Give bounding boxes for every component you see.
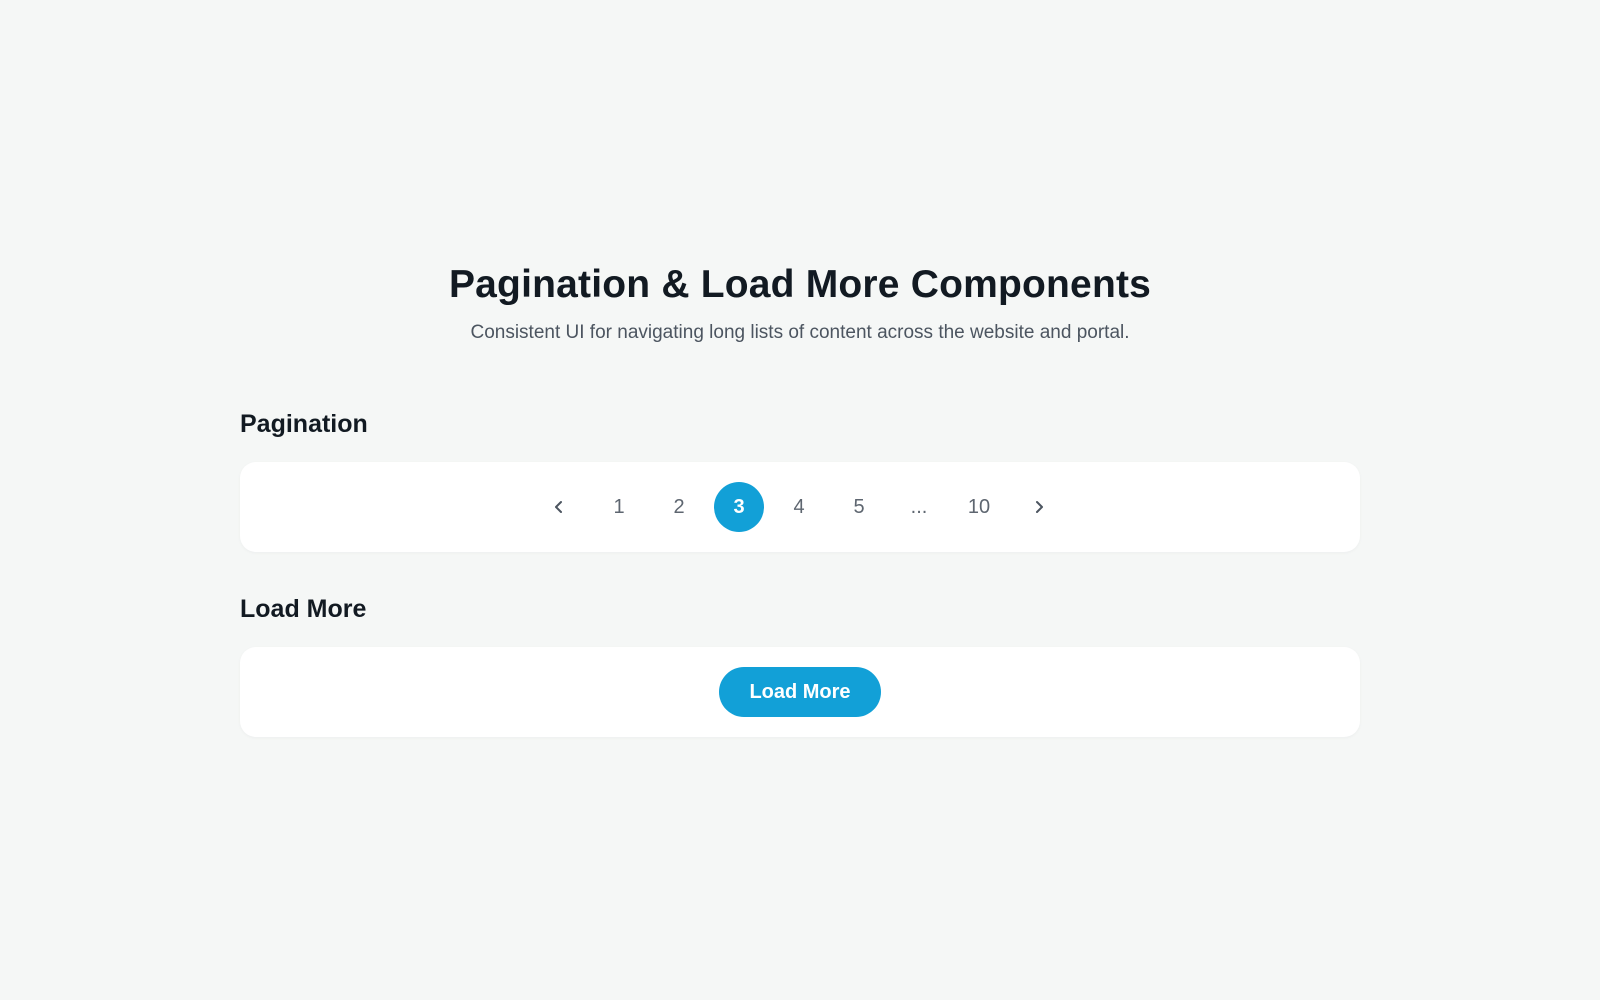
pagination-card: 1 2 3 4 5 ... 10 bbox=[240, 462, 1360, 552]
next-page-button[interactable] bbox=[1014, 482, 1064, 532]
chevron-left-icon bbox=[550, 498, 568, 516]
page-button-5[interactable]: 5 bbox=[834, 482, 884, 532]
load-more-button[interactable]: Load More bbox=[719, 667, 881, 717]
page-button-10[interactable]: 10 bbox=[954, 482, 1004, 532]
previous-page-button[interactable] bbox=[534, 482, 584, 532]
page-button-4[interactable]: 4 bbox=[774, 482, 824, 532]
pagination-section-title: Pagination bbox=[240, 410, 368, 438]
page-subtitle: Consistent UI for navigating long lists … bbox=[470, 322, 1130, 343]
load-more-section-title: Load More bbox=[240, 595, 367, 623]
page-title: Pagination & Load More Components bbox=[448, 263, 1152, 306]
pagination: 1 2 3 4 5 ... 10 bbox=[534, 482, 1064, 532]
pagination-ellipsis: ... bbox=[910, 495, 928, 518]
page-button-1[interactable]: 1 bbox=[594, 482, 644, 532]
page-button-3-current[interactable]: 3 bbox=[714, 482, 764, 532]
load-more-card: Load More bbox=[240, 647, 1360, 737]
chevron-right-icon bbox=[1030, 498, 1048, 516]
page-button-2[interactable]: 2 bbox=[654, 482, 704, 532]
